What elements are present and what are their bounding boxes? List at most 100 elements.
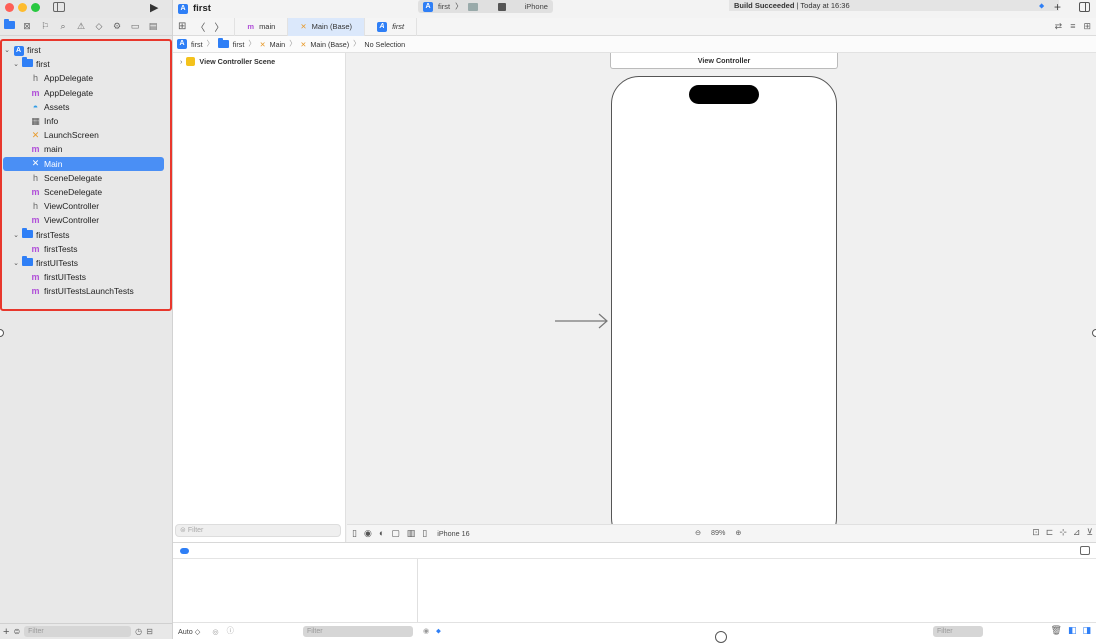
tree-row-file[interactable]: ◓ Assets (0, 100, 170, 114)
chevron-right-icon[interactable]: › (180, 57, 182, 66)
iphone-scene-frame[interactable] (611, 76, 837, 524)
swap-icon[interactable]: ⇄ (1055, 21, 1063, 32)
recent-files-icon[interactable]: ◷ (135, 627, 142, 636)
debug-split-divider[interactable] (417, 559, 418, 623)
report-navigator-icon[interactable]: ▤ (147, 21, 159, 32)
run-play-icon[interactable]: ▶ (150, 1, 158, 14)
find-navigator-icon[interactable]: ⌕ (57, 21, 69, 32)
bookmark-navigator-icon[interactable]: ⚐ (39, 21, 51, 32)
back-chevron-icon[interactable]: 〈 (195, 19, 205, 34)
scene-row[interactable]: › View Controller Scene (173, 53, 345, 66)
add-constraints-icon[interactable]: ⊹ (1059, 527, 1067, 538)
info-icon[interactable]: ⓘ (227, 626, 234, 636)
objc-file-icon: m (31, 215, 40, 226)
resolve-issues-icon[interactable]: ⊿ (1073, 527, 1081, 538)
toggle-navigator-icon[interactable] (53, 2, 65, 12)
filter-options-icon[interactable]: ⊜ (13, 627, 20, 636)
eye-icon[interactable]: ◉ (423, 626, 429, 635)
source-control-filter-icon[interactable]: ⊟ (146, 627, 153, 636)
app-icon: A (177, 39, 187, 49)
jumpbar-item[interactable]: No Selection (364, 40, 405, 49)
scheme-selector[interactable]: A first 〉 iPhone (418, 0, 553, 13)
tree-row-file[interactable]: m SceneDelegate (0, 185, 170, 199)
appearance-icon[interactable]: ◉ (364, 528, 372, 539)
variables-scope-selector[interactable]: Auto ◇ (178, 627, 200, 636)
tree-row-file[interactable]: h AppDelegate (0, 71, 170, 85)
dark-mode-icon[interactable]: ◐ (379, 528, 384, 539)
jumpbar-item[interactable]: Main (Base) (310, 40, 349, 49)
chevron-down-icon[interactable]: ⌄ (11, 60, 21, 68)
align-icon[interactable]: ⊏ (1046, 527, 1054, 538)
update-frames-icon[interactable]: ⊡ (1032, 527, 1040, 538)
add-editor-icon[interactable]: ⊞ (1083, 21, 1091, 32)
jumpbar-item[interactable]: first (233, 40, 245, 49)
editor-options-icon[interactable]: ≡ (1070, 21, 1075, 32)
test-navigator-icon[interactable]: ◇ (93, 21, 105, 32)
variables-filter-input[interactable]: Filter (303, 626, 413, 637)
tree-row-group-uitests[interactable]: ⌄ firstUITests (0, 255, 170, 270)
add-library-icon[interactable]: + (1054, 0, 1061, 14)
device-icon[interactable]: ▯ (422, 528, 427, 539)
toggle-inspector-icon[interactable] (1079, 2, 1090, 12)
storyboard-canvas[interactable]: View Controller (347, 53, 1096, 524)
tree-row-file[interactable]: m firstTests (0, 242, 170, 256)
trash-icon[interactable]: 🗑 (1051, 625, 1062, 636)
folder-icon (217, 38, 229, 48)
tree-row-file[interactable]: ▦ Info (0, 114, 170, 128)
embed-in-icon[interactable]: ⊻ (1086, 527, 1093, 538)
project-navigator-tab-icon[interactable] (3, 19, 15, 32)
tree-row-file[interactable]: m ViewController (0, 213, 170, 227)
jumpbar-item[interactable]: first (191, 40, 203, 49)
add-file-icon[interactable]: + (3, 626, 9, 638)
tab-main[interactable]: m main (235, 17, 289, 36)
device-selector[interactable]: iPhone 16 (437, 529, 469, 538)
tree-row-file[interactable]: m AppDelegate (0, 86, 170, 100)
minimize-window-button[interactable] (18, 3, 27, 12)
console-icon[interactable]: ⬥ (436, 626, 441, 636)
chevron-down-icon[interactable]: ⌄ (11, 259, 21, 267)
tree-row-file-selected[interactable]: ✕ Main (3, 156, 164, 171)
resize-handle-right[interactable] (1092, 329, 1096, 337)
view-controller-title[interactable]: View Controller (610, 53, 838, 69)
tree-row-file[interactable]: m firstUITests (0, 270, 170, 284)
debug-navigator-icon[interactable]: ⚙ (111, 21, 123, 32)
zoom-out-icon[interactable]: ⊖ (695, 528, 701, 537)
initial-entry-arrow[interactable] (555, 313, 609, 329)
issue-navigator-icon[interactable]: ⚠ (75, 21, 87, 32)
debug-toggle-pill-icon[interactable] (180, 548, 189, 554)
zoom-window-button[interactable] (31, 3, 40, 12)
right-panel-icon[interactable]: ◨ (1082, 625, 1091, 636)
orientation-icon[interactable]: ▢ (391, 528, 400, 539)
split-view-icon[interactable]: ▥ (407, 528, 416, 539)
chevron-down-icon[interactable]: ⌄ (2, 46, 12, 54)
source-control-navigator-icon[interactable]: ⊠ (21, 21, 33, 32)
grid-related-items-icon[interactable]: ⊞ (178, 21, 186, 32)
resize-handle-left[interactable] (0, 329, 4, 337)
zoom-in-icon[interactable]: ⊕ (735, 528, 741, 537)
issue-indicator-icon[interactable]: ⬥ (1039, 0, 1044, 11)
tree-row-file[interactable]: ✕ LaunchScreen (0, 128, 170, 142)
toggle-outline-icon[interactable]: ▯ (352, 528, 357, 539)
close-window-button[interactable] (5, 3, 14, 12)
jumpbar-item[interactable]: Main (270, 40, 286, 49)
console-filter-input[interactable]: Filter (933, 626, 983, 637)
left-panel-icon[interactable]: ◧ (1068, 625, 1077, 636)
tree-row-file[interactable]: m main (0, 142, 170, 156)
resize-handle-bottom[interactable] (715, 631, 727, 643)
navigator-filter-input[interactable]: Filter (24, 626, 132, 637)
outline-filter-input[interactable]: ⊜ Filter (175, 524, 341, 537)
tree-row-project[interactable]: ⌄ A first (0, 43, 170, 57)
tab-main-base[interactable]: ✕ Main (Base) (288, 17, 366, 36)
tree-row-file[interactable]: h ViewController (0, 199, 170, 213)
quick-look-icon[interactable]: ◎ (212, 627, 218, 636)
tree-row-file[interactable]: h SceneDelegate (0, 171, 170, 185)
breakpoint-navigator-icon[interactable]: ▭ (129, 21, 141, 32)
hide-debug-area-icon[interactable] (1080, 546, 1090, 555)
activity-status: Build Succeeded | Today at 16:36 ⬥ (729, 0, 1059, 11)
chevron-down-icon[interactable]: ⌄ (11, 231, 21, 239)
forward-chevron-icon[interactable]: 〉 (214, 19, 224, 34)
tab-first[interactable]: A first (365, 17, 418, 36)
tree-row-group-tests[interactable]: ⌄ firstTests (0, 227, 170, 241)
tree-row-file[interactable]: m firstUITestsLaunchTests (0, 284, 170, 298)
tree-row-group-first[interactable]: ⌄ first (0, 57, 170, 71)
